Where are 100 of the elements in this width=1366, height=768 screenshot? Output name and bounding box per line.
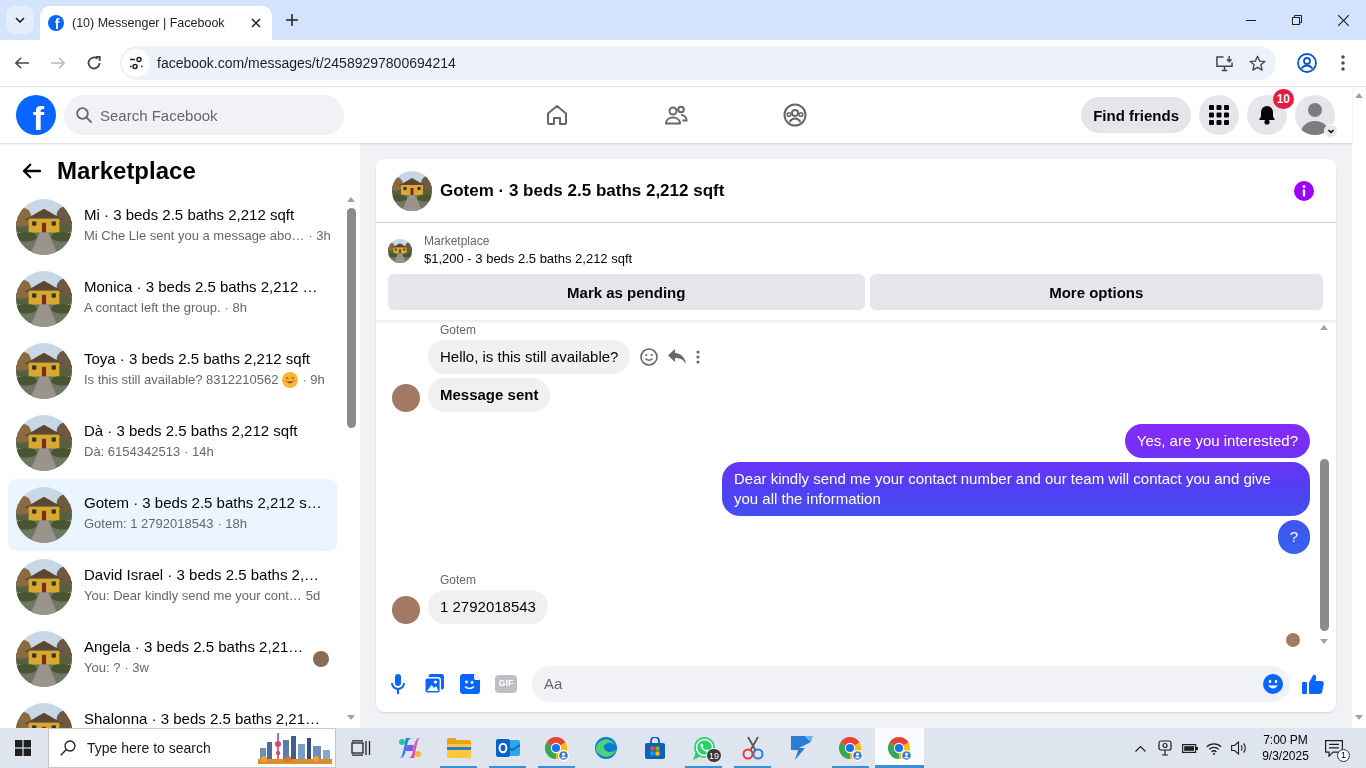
action-button[interactable]: More options [869,274,1323,310]
site-settings-icon[interactable] [122,49,150,77]
chevron-down-icon[interactable] [1324,124,1338,138]
message-time: · 18h [217,515,248,533]
house-photo [388,238,412,263]
microphone-icon[interactable] [390,673,406,694]
conversation-item[interactable]: Toya · 3 beds 2.5 baths 2,212 sqft Is this still available? 8312210562 · 9h [8,335,337,407]
scrollbar-thumb[interactable] [346,208,356,428]
taskbar-search-field[interactable]: Type here to search [48,728,336,768]
conversation-title: Gotem · 3 beds 2.5 baths 2,212 s… [84,494,323,512]
more-menu-icon[interactable] [1341,55,1345,71]
search-icon [76,107,92,123]
outgoing-message: ? [1277,520,1310,554]
chrome-icon [887,735,912,761]
taskbar-button[interactable]: 19 [679,728,728,768]
friends-icon[interactable] [663,103,688,127]
lightning-icon [790,736,813,760]
scrollbar-thumb[interactable] [1319,459,1329,631]
conversation-item[interactable]: Gotem · 3 beds 2.5 baths 2,212 s… Gotem: 1 2792018543 · 18h [8,479,337,551]
sticker-icon[interactable] [460,673,480,694]
webcam-icon[interactable] [1158,740,1173,756]
bookmark-star-icon[interactable] [1249,54,1266,72]
bell-icon [1257,105,1277,125]
conversation-item[interactable]: Monica · 3 beds 2.5 baths 2,212 … A contact left the group. · 8h [8,263,337,335]
clock-date[interactable]: 9/3/2025 [1262,748,1309,764]
message-preview: You: Dear kindly send me your cont… [84,587,302,605]
conversation-title: Mi · 3 beds 2.5 baths 2,212 sqft [84,206,296,224]
house-photo [16,631,72,687]
close-icon[interactable] [1337,14,1349,26]
conversation-item[interactable]: Dà · 3 beds 2.5 baths 2,212 sqft Dà: 6154342513 · 14h [8,407,337,479]
house-photo [16,271,72,327]
emoji-reaction-icon[interactable] [640,348,659,366]
house-photo [392,170,432,211]
restore-icon[interactable] [1292,15,1302,25]
conversation-item[interactable]: David Israel · 3 beds 2.5 baths 2,… You: Dear kindly send me your cont… 5d [8,551,337,623]
scissors-icon [740,736,765,760]
conversation-item[interactable]: Angela · 3 beds 2.5 baths 2,21… You: ? · 3w [8,623,337,695]
info-icon[interactable] [1294,180,1314,201]
incoming-message: Hello, is this still available? [428,340,631,374]
listing-summary: $1,200 - 3 beds 2.5 baths 2,212 sqft [424,250,633,268]
action-button[interactable]: Mark as pending [388,274,865,310]
edge-icon [593,736,618,760]
emoji-icon[interactable] [1263,673,1283,694]
more-options-icon[interactable] [696,350,701,364]
message-field[interactable]: Aa [532,665,1290,702]
search-field[interactable]: Search Facebook [64,95,344,135]
task-view-icon[interactable] [350,740,371,756]
new-tab-icon[interactable] [286,14,298,26]
conversation-title: Toya · 3 beds 2.5 baths 2,212 sqft [84,350,311,368]
chrome-icon [544,735,569,761]
taskbar-button[interactable] [875,728,924,768]
sender-name: Gotem [440,322,476,338]
profile-icon[interactable] [1297,53,1317,73]
reply-icon[interactable] [668,349,687,365]
message-preview: You: ? [84,659,121,677]
incoming-message: 1 2792018543 [428,590,548,624]
groups-icon[interactable] [782,103,807,127]
url-text[interactable]: facebook.com/messages/t/24589297800694214 [157,55,456,71]
address-bar[interactable]: facebook.com/messages/t/24589297800694214 [120,46,1276,80]
close-tab-icon[interactable] [251,18,261,28]
chevron-up-icon[interactable] [1135,744,1147,752]
battery-icon[interactable] [1181,743,1198,753]
house-photo [16,559,72,615]
facebook-logo[interactable]: f [16,95,56,135]
menu-button[interactable] [1199,95,1239,135]
profile-avatar-icon[interactable] [1295,95,1335,135]
conversation-title: David Israel · 3 beds 2.5 baths 2,… [84,566,321,584]
conversation-item[interactable]: Mi · 3 beds 2.5 baths 2,212 sqft Mi Che Lle sent you a message abo… · 3h [8,191,337,263]
chat-title: Gotem · 3 beds 2.5 baths 2,212 sqft [440,180,725,201]
listing-source: Marketplace [424,233,491,249]
chrome-icon [838,735,863,761]
tab-search-button[interactable] [6,6,34,34]
back-arrow-icon[interactable] [14,56,30,70]
speaker-icon[interactable] [1230,741,1247,755]
reload-icon[interactable] [86,55,102,71]
notification-center-icon[interactable] [1325,739,1343,757]
house-photo [16,343,72,399]
house-photo [16,199,72,255]
message-preview: Mi Che Lle sent you a message abo… [84,227,305,245]
thumbs-up-icon[interactable] [1302,673,1324,694]
conversation-title: Dà · 3 beds 2.5 baths 2,212 sqft [84,422,299,440]
home-icon[interactable] [544,103,569,127]
sender-name: Gotem [440,572,476,588]
clock-time[interactable]: 7:00 PM [1263,732,1308,748]
windows-logo-icon [15,740,31,756]
find-friends-button[interactable]: Find friends [1081,97,1191,133]
outgoing-message: Yes, are you interested? [1124,424,1310,458]
store-bag-icon [643,737,666,759]
grid-icon [1209,105,1229,125]
back-arrow-icon[interactable] [22,163,42,179]
message-time: · 14h [184,443,214,461]
install-app-icon[interactable] [1215,54,1234,72]
message-preview: A contact left the group. [84,299,221,317]
sidebar-title: Marketplace [57,156,196,186]
conversation-title: Angela · 3 beds 2.5 baths 2,21… [84,638,301,656]
minimize-icon[interactable] [1246,19,1256,21]
browser-tab[interactable]: f (10) Messenger | Facebook [40,6,272,40]
outgoing-message: Dear kindly send me your contact number and our team will contact you and give you all the information [722,462,1310,516]
photo-icon[interactable] [424,673,444,694]
wifi-icon[interactable] [1206,741,1223,755]
